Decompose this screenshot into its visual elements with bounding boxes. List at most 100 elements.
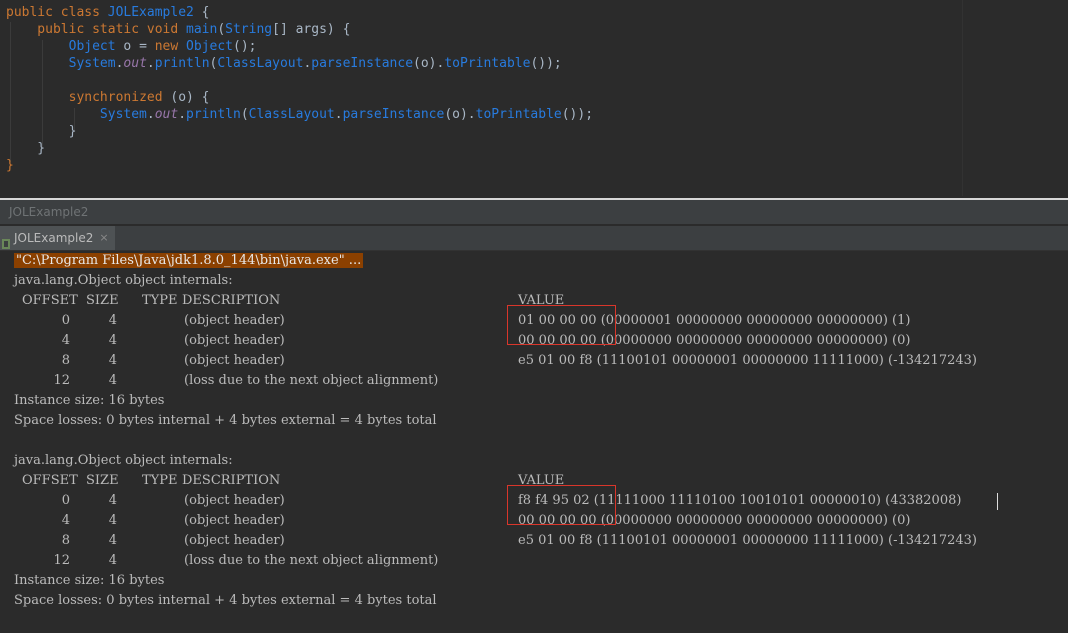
code-line[interactable]: } bbox=[6, 140, 45, 157]
code-line[interactable]: public static void main(String[] args) { bbox=[6, 21, 350, 38]
code-token: } bbox=[6, 141, 46, 156]
code-token: new bbox=[154, 39, 187, 54]
column-header-type: TYPE bbox=[142, 473, 178, 488]
code-token: . bbox=[146, 107, 155, 122]
right-margin-guide bbox=[962, 0, 963, 196]
row-description: (object header) bbox=[184, 513, 285, 528]
code-token: public static void bbox=[6, 22, 187, 37]
row-size: 4 bbox=[108, 333, 117, 348]
column-header-size: SIZE bbox=[86, 473, 119, 488]
close-icon[interactable]: × bbox=[99, 226, 108, 250]
column-header-description: DESCRIPTION bbox=[182, 293, 281, 308]
code-line[interactable]: public class JOLExample2 { bbox=[6, 4, 210, 21]
code-line[interactable]: System.out.println(ClassLayout.parseInst… bbox=[6, 55, 562, 72]
row-description: (loss due to the next object alignment) bbox=[184, 373, 439, 388]
code-editor[interactable]: public class JOLExample2 { public static… bbox=[0, 0, 1068, 196]
code-line[interactable]: synchronized (o) { bbox=[6, 89, 210, 106]
code-token: main bbox=[186, 22, 218, 37]
code-token: JOLExample2 bbox=[107, 5, 194, 20]
row-size: 4 bbox=[108, 553, 117, 568]
code-token: ()); bbox=[530, 56, 562, 71]
row-description: (object header) bbox=[184, 353, 285, 368]
highlight-box bbox=[507, 305, 616, 345]
code-token: ( bbox=[240, 107, 249, 122]
code-token: { bbox=[193, 5, 210, 20]
code-token: System bbox=[99, 107, 147, 122]
row-description: (object header) bbox=[184, 493, 285, 508]
code-token: parseInstance bbox=[342, 107, 445, 122]
column-header-description: DESCRIPTION bbox=[182, 473, 281, 488]
code-token: } bbox=[6, 124, 77, 139]
tab-jolexample2[interactable]: JOLExample2 × bbox=[0, 226, 115, 250]
space-losses: Space losses: 0 bytes internal + 4 bytes… bbox=[14, 593, 437, 608]
code-token: out bbox=[123, 56, 147, 71]
column-header-offset: OFFSET bbox=[22, 473, 78, 488]
row-offset: 12 bbox=[53, 553, 70, 568]
run-panel-title: JOLExample2 bbox=[0, 200, 1068, 224]
code-token: . bbox=[178, 107, 187, 122]
row-offset: 4 bbox=[61, 513, 70, 528]
code-token: parseInstance bbox=[311, 56, 414, 71]
code-token: } bbox=[6, 158, 14, 173]
column-header-size: SIZE bbox=[86, 293, 119, 308]
code-token: toPrintable bbox=[475, 107, 562, 122]
code-token: (o). bbox=[413, 56, 445, 71]
code-token: println bbox=[154, 56, 210, 71]
row-description: (object header) bbox=[184, 533, 285, 548]
row-size: 4 bbox=[108, 353, 117, 368]
console-output[interactable]: "C:\Program Files\Java\jdk1.8.0_144\bin\… bbox=[0, 251, 1068, 633]
code-line[interactable]: Object o = new Object(); bbox=[6, 38, 257, 55]
code-line[interactable]: } bbox=[6, 123, 77, 140]
tab-label: JOLExample2 bbox=[14, 231, 94, 245]
text-cursor bbox=[997, 493, 998, 510]
code-token: String bbox=[225, 22, 273, 37]
row-offset: 12 bbox=[53, 373, 70, 388]
code-token: public class bbox=[6, 5, 108, 20]
run-config-icon bbox=[2, 233, 10, 249]
row-size: 4 bbox=[108, 313, 117, 328]
row-offset: 4 bbox=[61, 333, 70, 348]
code-token: toPrintable bbox=[444, 56, 531, 71]
row-size: 4 bbox=[108, 373, 117, 388]
code-token: . bbox=[146, 56, 155, 71]
code-token: ( bbox=[217, 22, 226, 37]
code-token: Object bbox=[186, 39, 234, 54]
highlight-box bbox=[507, 485, 616, 525]
code-token: Object bbox=[68, 39, 116, 54]
run-config-name: JOLExample2 bbox=[9, 205, 89, 219]
block-title: java.lang.Object object internals: bbox=[14, 273, 233, 288]
row-value: e5 01 00 f8 (11100101 00000001 00000000 … bbox=[518, 353, 977, 368]
row-size: 4 bbox=[108, 493, 117, 508]
code-token: o = bbox=[115, 39, 155, 54]
code-token: synchronized bbox=[68, 90, 171, 105]
code-token: out bbox=[154, 107, 179, 122]
code-line[interactable]: } bbox=[6, 157, 14, 174]
code-token: . bbox=[334, 107, 343, 122]
code-token: println bbox=[186, 107, 241, 122]
block-title: java.lang.Object object internals: bbox=[14, 453, 233, 468]
instance-size: Instance size: 16 bytes bbox=[14, 393, 165, 408]
java-command: "C:\Program Files\Java\jdk1.8.0_144\bin\… bbox=[14, 253, 364, 268]
row-offset: 0 bbox=[61, 313, 70, 328]
code-token: ClassLayout bbox=[217, 56, 304, 71]
row-description: (object header) bbox=[184, 333, 285, 348]
code-token: ClassLayout bbox=[248, 107, 335, 122]
code-token: System bbox=[68, 56, 116, 71]
row-description: (object header) bbox=[184, 313, 285, 328]
code-line[interactable]: System.out.println(ClassLayout.parseInst… bbox=[6, 106, 593, 123]
code-token: (o) { bbox=[170, 90, 210, 105]
space-losses: Space losses: 0 bytes internal + 4 bytes… bbox=[14, 413, 437, 428]
column-header-type: TYPE bbox=[142, 293, 178, 308]
code-token: (o). bbox=[444, 107, 476, 122]
row-offset: 8 bbox=[61, 533, 70, 548]
row-description: (loss due to the next object alignment) bbox=[184, 553, 439, 568]
instance-size: Instance size: 16 bytes bbox=[14, 573, 165, 588]
row-value: e5 01 00 f8 (11100101 00000001 00000000 … bbox=[518, 533, 977, 548]
row-size: 4 bbox=[108, 533, 117, 548]
code-token: ()); bbox=[561, 107, 594, 122]
run-tab-bar: JOLExample2 × bbox=[0, 226, 1068, 251]
